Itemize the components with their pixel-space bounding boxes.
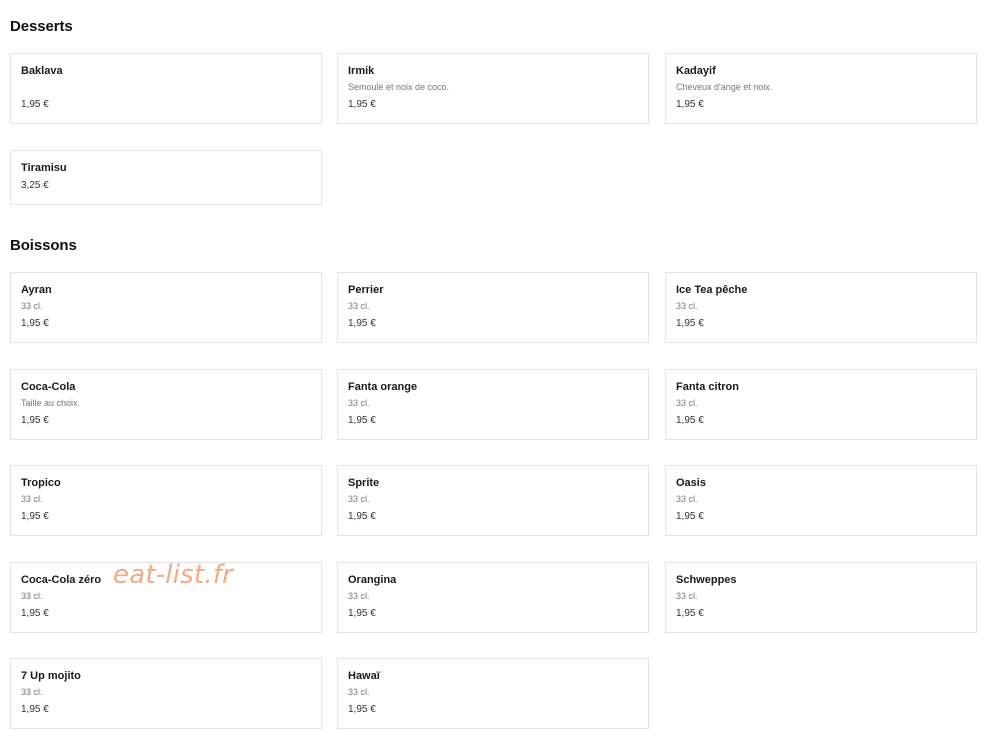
item-name: Tropico <box>21 477 61 489</box>
item-name: Tiramisu <box>21 162 67 174</box>
item-price: 1,95 € <box>21 608 49 619</box>
item-price: 1,95 € <box>676 99 704 110</box>
item-name: Oasis <box>676 477 706 489</box>
menu-item-card[interactable]: Tiramisu 3,25 € <box>10 150 322 205</box>
item-description: 33 cl. <box>676 494 698 504</box>
item-name: Hawaï <box>348 670 380 682</box>
menu-item-card[interactable]: Schweppes 33 cl. 1,95 € <box>665 562 977 633</box>
item-name: Ice Tea pêche <box>676 284 748 296</box>
item-name: Irmik <box>348 65 375 77</box>
item-price: 1,95 € <box>21 704 49 715</box>
item-description: Taille au choix. <box>21 398 81 408</box>
item-description: Cheveux d'ange et noix. <box>676 82 773 92</box>
menu-item-card[interactable]: Sprite 33 cl. 1,95 € <box>337 465 649 536</box>
item-price: 1,95 € <box>348 511 376 522</box>
item-description: 33 cl. <box>21 301 43 311</box>
item-name: Baklava <box>21 65 63 77</box>
item-name: Schweppes <box>676 574 737 586</box>
menu-item-card[interactable]: Coca-Cola Taille au choix. 1,95 € <box>10 369 322 440</box>
item-price: 1,95 € <box>21 415 49 426</box>
item-price: 1,95 € <box>348 318 376 329</box>
menu-item-card[interactable]: Ayran 33 cl. 1,95 € <box>10 272 322 343</box>
item-name: Kadayif <box>676 65 716 77</box>
item-description: 33 cl. <box>676 591 698 601</box>
item-price: 1,95 € <box>676 415 704 426</box>
item-price: 1,95 € <box>21 318 49 329</box>
item-price: 1,95 € <box>676 511 704 522</box>
menu-item-card[interactable]: Kadayif Cheveux d'ange et noix. 1,95 € <box>665 53 977 124</box>
item-name: Perrier <box>348 284 384 296</box>
menu-item-card[interactable]: Tropico 33 cl. 1,95 € <box>10 465 322 536</box>
item-description: 33 cl. <box>21 591 43 601</box>
section-title-desserts: Desserts <box>10 18 73 35</box>
item-price: 1,95 € <box>21 511 49 522</box>
item-price: 1,95 € <box>348 415 376 426</box>
menu-item-card[interactable]: Ice Tea pêche 33 cl. 1,95 € <box>665 272 977 343</box>
item-price: 1,95 € <box>348 704 376 715</box>
item-name: Sprite <box>348 477 380 489</box>
item-price: 1,95 € <box>676 608 704 619</box>
menu-item-card[interactable]: Baklava 1,95 € <box>10 53 322 124</box>
item-description: Semoule et noix de coco. <box>348 82 450 92</box>
item-price: 1,95 € <box>348 99 376 110</box>
item-price: 3,25 € <box>21 180 49 191</box>
item-description: 33 cl. <box>348 398 370 408</box>
item-name: 7 Up mojito <box>21 670 81 682</box>
item-name: Coca-Cola zéro <box>21 574 102 586</box>
section-title-boissons: Boissons <box>10 237 77 254</box>
menu-item-card[interactable]: Fanta orange 33 cl. 1,95 € <box>337 369 649 440</box>
menu-item-card[interactable]: Perrier 33 cl. 1,95 € <box>337 272 649 343</box>
item-name: Ayran <box>21 284 52 296</box>
menu-item-card[interactable]: Fanta citron 33 cl. 1,95 € <box>665 369 977 440</box>
item-price: 1,95 € <box>676 318 704 329</box>
menu-item-card[interactable]: Hawaï 33 cl. 1,95 € <box>337 658 649 729</box>
item-description: 33 cl. <box>348 301 370 311</box>
watermark-text: eat-list.fr <box>113 560 233 590</box>
item-description: 33 cl. <box>21 494 43 504</box>
item-description: 33 cl. <box>348 687 370 697</box>
item-description: 33 cl. <box>348 494 370 504</box>
menu-item-card[interactable]: Irmik Semoule et noix de coco. 1,95 € <box>337 53 649 124</box>
item-name: Fanta orange <box>348 381 418 393</box>
item-name: Coca-Cola <box>21 381 76 393</box>
item-description: 33 cl. <box>676 301 698 311</box>
item-name: Fanta citron <box>676 381 739 393</box>
item-description: 33 cl. <box>348 591 370 601</box>
item-description: 33 cl. <box>21 687 43 697</box>
item-price: 1,95 € <box>348 608 376 619</box>
item-price: 1,95 € <box>21 99 49 110</box>
item-description: 33 cl. <box>676 398 698 408</box>
menu-item-card[interactable]: 7 Up mojito 33 cl. 1,95 € <box>10 658 322 729</box>
menu-item-card[interactable]: Oasis 33 cl. 1,95 € <box>665 465 977 536</box>
menu-item-card[interactable]: Orangina 33 cl. 1,95 € <box>337 562 649 633</box>
item-name: Orangina <box>348 574 397 586</box>
